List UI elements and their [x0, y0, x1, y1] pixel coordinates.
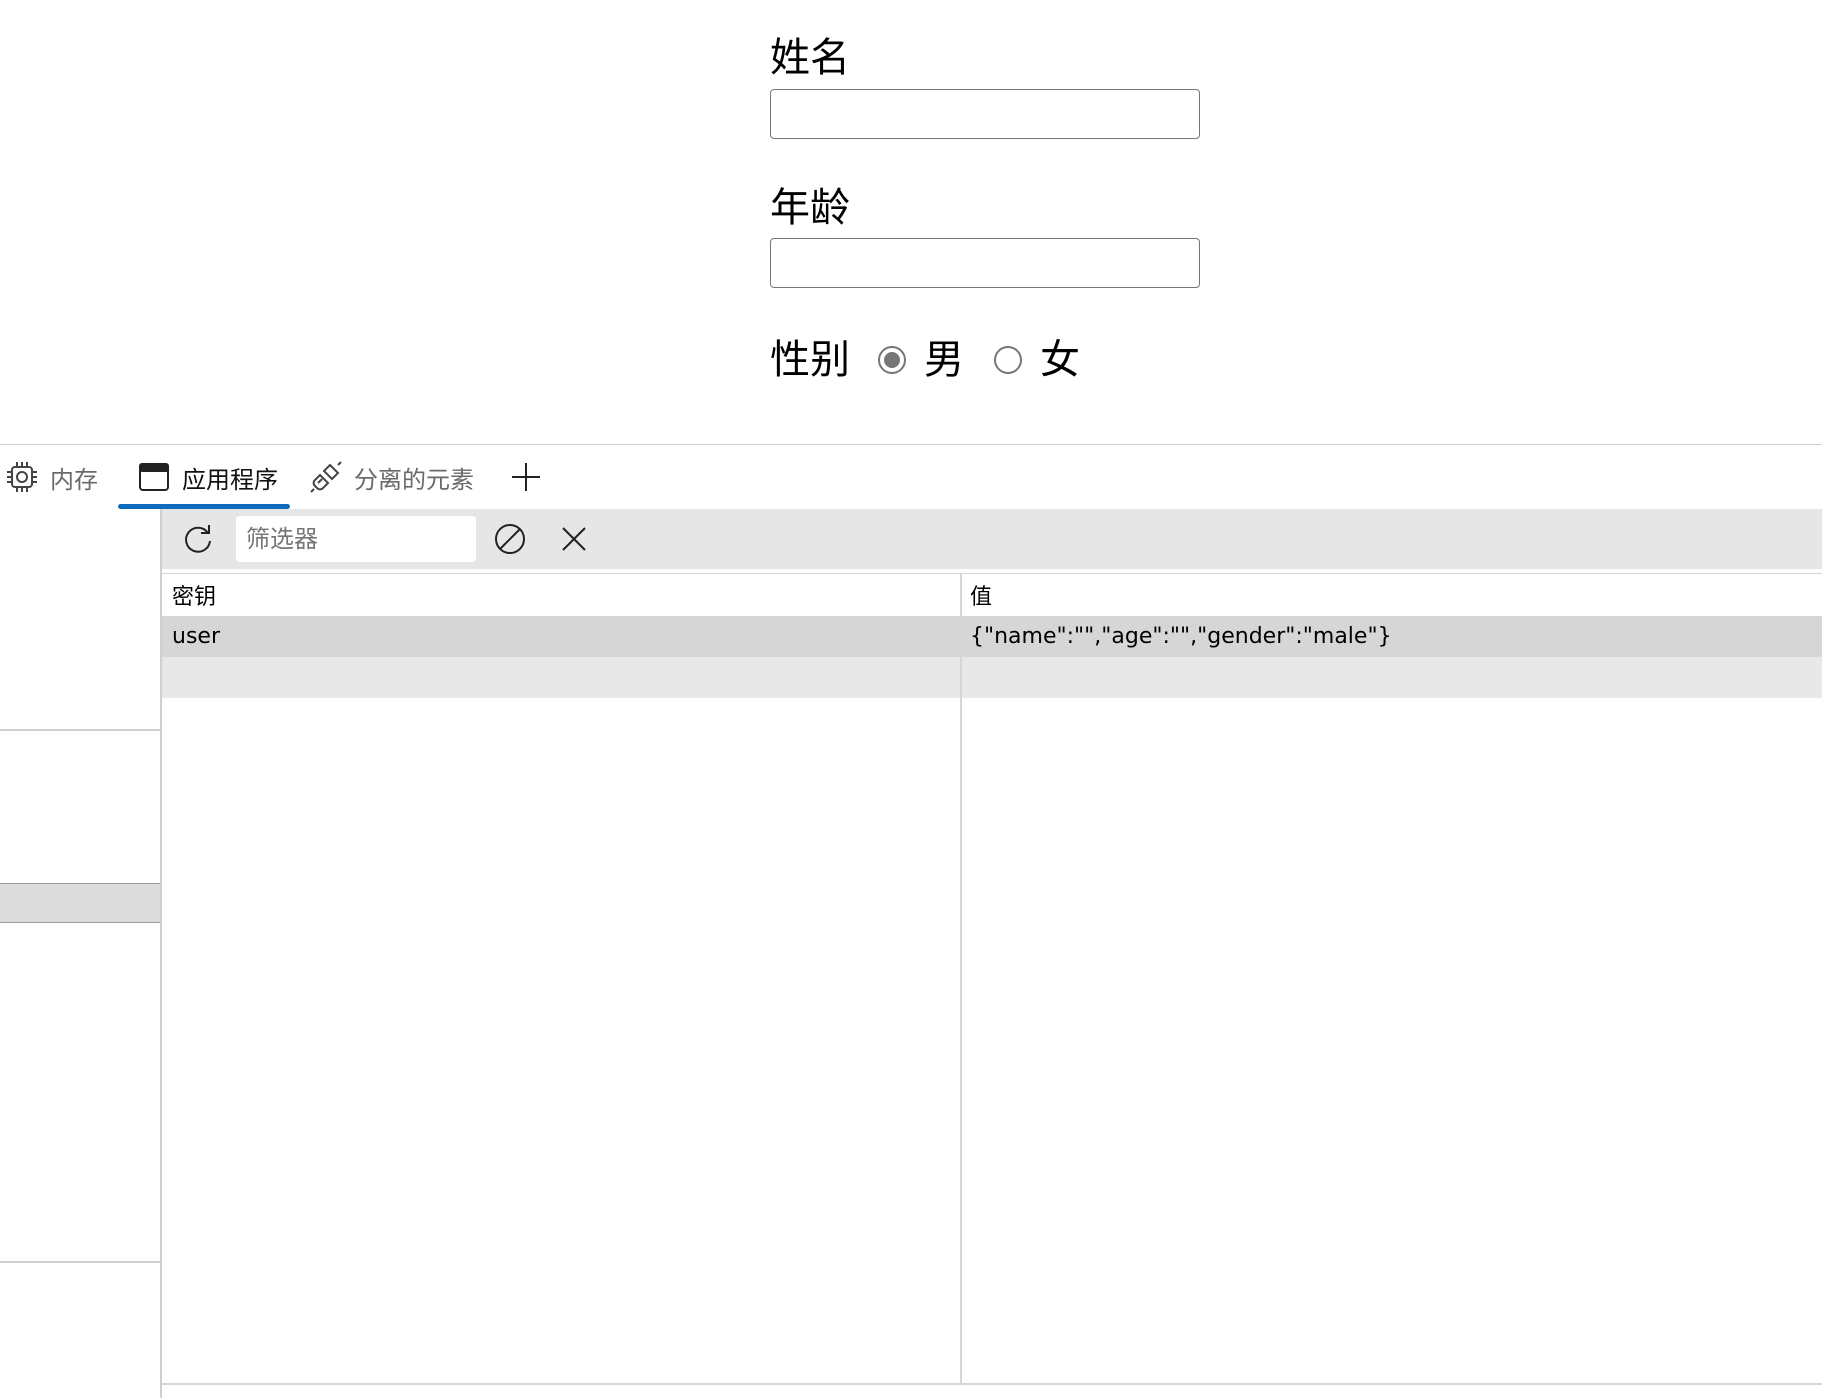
refresh-button[interactable] — [178, 519, 218, 559]
sidebar-divider — [0, 729, 160, 731]
table-header: 密钥 值 — [162, 574, 1822, 616]
delete-selected-button[interactable] — [554, 519, 594, 559]
plus-icon — [512, 463, 540, 491]
radio-selected-dot — [884, 352, 900, 368]
storage-panel: 密钥 值 user {"name":"","age":"","gender":"… — [162, 509, 1822, 1398]
clear-all-button[interactable] — [490, 519, 530, 559]
storage-toolbar — [162, 509, 1822, 569]
tab-detached-elements[interactable]: 分离的元素 — [308, 445, 474, 509]
name-label: 姓名 — [770, 35, 850, 81]
application-sidebar — [0, 509, 162, 1398]
gender-radio-female[interactable] — [994, 346, 1022, 374]
table-row-empty[interactable] — [162, 657, 1822, 698]
table-row[interactable]: user {"name":"","age":"","gender":"male"… — [162, 616, 1822, 657]
sidebar-divider — [0, 1261, 160, 1263]
gender-option-female-label: 女 — [1040, 337, 1080, 383]
devtools-tab-bar: 内存 应用程序 分离的元素 — [0, 445, 1822, 512]
close-icon — [562, 527, 586, 551]
row-value-cell[interactable]: {"name":"","age":"","gender":"male"} — [960, 616, 1822, 657]
tab-memory[interactable]: 内存 — [4, 445, 98, 509]
tab-memory-label: 内存 — [50, 465, 98, 494]
gender-radio-male[interactable] — [878, 346, 906, 374]
detached-plug-icon — [308, 459, 344, 495]
filter-input[interactable] — [236, 516, 476, 562]
page-form: 姓名 年龄 性别 男 女 — [0, 0, 1822, 444]
column-header-key[interactable]: 密钥 — [162, 574, 960, 616]
tab-detached-elements-label: 分离的元素 — [354, 465, 474, 494]
age-label: 年龄 — [770, 185, 850, 231]
column-divider[interactable] — [960, 574, 962, 1384]
sidebar-selected-item[interactable] — [0, 883, 160, 923]
add-tab-button[interactable] — [508, 459, 544, 495]
age-input[interactable] — [770, 238, 1200, 288]
screen: 姓名 年龄 性别 男 女 内存 应用程序 分离的元素 筛选器 密钥 值 user… — [0, 0, 1822, 1398]
application-window-icon — [136, 459, 172, 495]
row-key-cell[interactable]: user — [162, 616, 960, 657]
gender-label: 性别 — [770, 337, 850, 383]
tab-application[interactable]: 应用程序 — [118, 445, 290, 509]
gender-option-male-label: 男 — [924, 337, 964, 383]
clear-all-icon — [495, 524, 525, 554]
gender-row: 性别 男 女 — [770, 330, 1110, 390]
refresh-icon — [185, 525, 211, 553]
storage-table: 密钥 值 user {"name":"","age":"","gender":"… — [162, 573, 1822, 1384]
panel-bottom-border — [162, 1383, 1822, 1385]
tab-application-label: 应用程序 — [182, 465, 278, 494]
column-header-value[interactable]: 值 — [960, 574, 1822, 616]
devtools-panel: 内存 应用程序 分离的元素 筛选器 密钥 值 user {"name":"","… — [0, 444, 1822, 1398]
name-input[interactable] — [770, 89, 1200, 139]
memory-chip-icon — [4, 459, 40, 495]
